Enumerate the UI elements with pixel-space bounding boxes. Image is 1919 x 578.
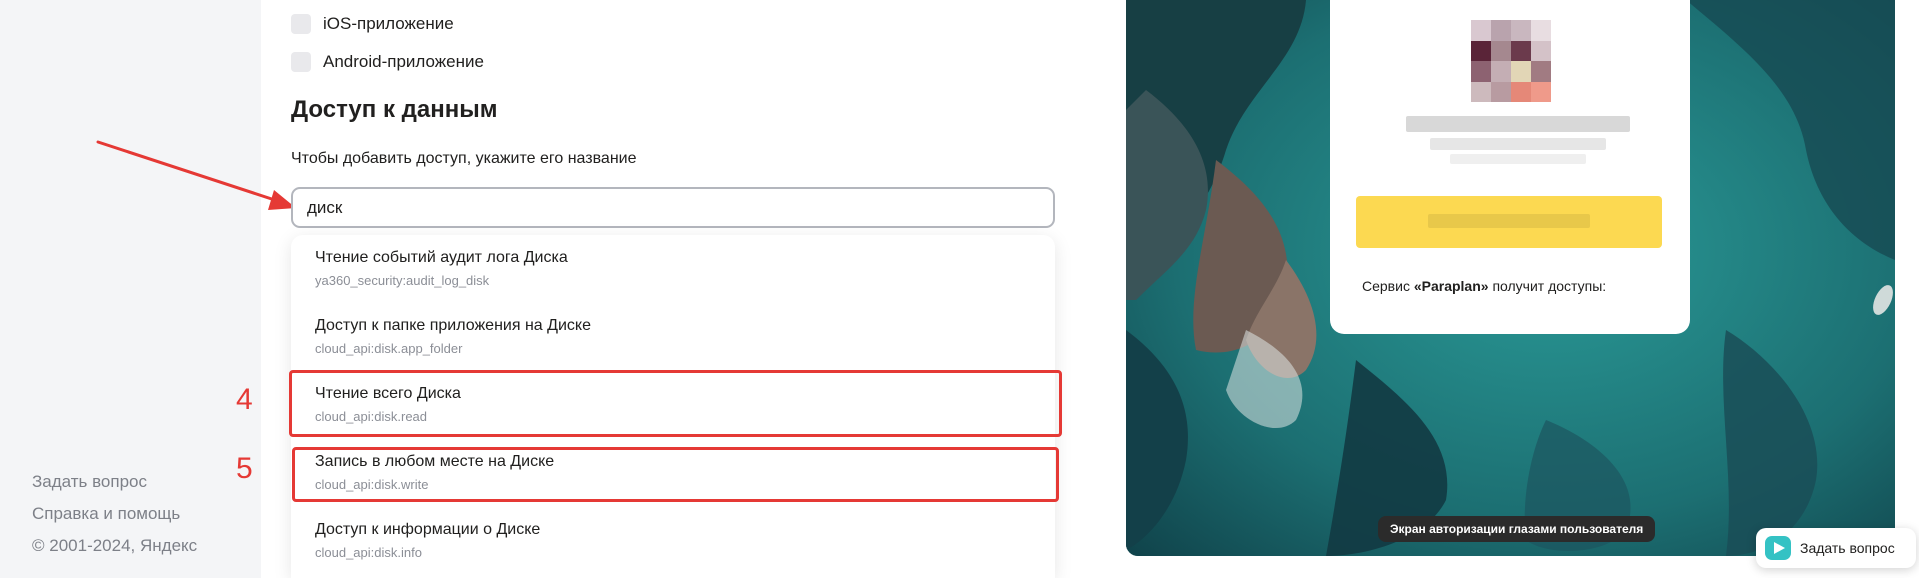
suggestion-title: Чтение событий аудит лога Диска xyxy=(315,249,568,266)
blurred-login-button-label xyxy=(1428,214,1590,228)
access-search-field[interactable] xyxy=(291,187,1055,228)
avatar xyxy=(1471,20,1551,102)
suggestion-scope: ya360_security:audit_log_disk xyxy=(315,273,490,288)
data-access-hint: Чтобы добавить доступ, укажите его назва… xyxy=(291,150,637,167)
data-access-title: Доступ к данным xyxy=(291,96,498,123)
ios-label: iOS-приложение xyxy=(323,14,454,33)
sidebar: Задать вопрос Справка и помощь © 2001-20… xyxy=(0,0,261,578)
card-text-suffix: получит доступы: xyxy=(1488,278,1607,294)
copyright-text: © 2001-2024, Яндекс xyxy=(32,536,198,555)
suggestion-disk-info[interactable]: Доступ к информации о Диске cloud_api:di… xyxy=(291,507,1055,571)
ios-checkbox[interactable] xyxy=(291,14,311,34)
platform-android-row[interactable]: Android-приложение xyxy=(291,52,484,72)
footer-link-ask-question[interactable]: Задать вопрос xyxy=(32,472,147,492)
highlight-disk-write xyxy=(292,447,1059,502)
suggestion-app-folder[interactable]: Доступ к папке приложения на Диске cloud… xyxy=(291,303,1055,367)
step-number-5: 5 xyxy=(236,452,253,485)
access-search-input[interactable] xyxy=(307,189,1027,226)
footer-link-help[interactable]: Справка и помощь xyxy=(32,504,180,524)
suggestion-audit-log-disk[interactable]: Чтение событий аудит лога Диска ya360_se… xyxy=(291,235,1055,299)
suggestion-scope: cloud_api:disk.info xyxy=(315,545,422,560)
card-text-prefix: Сервис xyxy=(1362,278,1414,294)
suggestion-title: Доступ к информации о Диске xyxy=(315,521,541,538)
card-permissions-text: Сервис «Paraplan» получит доступы: xyxy=(1362,278,1606,294)
preview-caption: Экран авторизации глазами пользователя xyxy=(1378,516,1656,542)
highlight-disk-read xyxy=(289,370,1062,437)
suggestion-title: Доступ к папке приложения на Диске xyxy=(315,317,591,334)
chat-icon xyxy=(1765,536,1791,560)
platform-ios-row[interactable]: iOS-приложение xyxy=(291,14,454,34)
ask-question-button[interactable]: Задать вопрос xyxy=(1756,528,1916,568)
service-name: «Paraplan» xyxy=(1413,278,1489,294)
app-form: iOS-приложение Android-приложение Доступ… xyxy=(261,0,1121,578)
suggestion-scope: cloud_api:disk.app_folder xyxy=(315,341,463,356)
step-number-4: 4 xyxy=(236,383,253,416)
blurred-app-name xyxy=(1406,116,1630,132)
authorization-preview-card: Сервис «Paraplan» получит доступы: xyxy=(1330,0,1690,334)
ask-question-label: Задать вопрос xyxy=(1800,540,1895,556)
android-checkbox[interactable] xyxy=(291,52,311,72)
android-label: Android-приложение xyxy=(323,52,484,71)
blurred-app-detail-2 xyxy=(1450,154,1586,164)
blurred-app-detail xyxy=(1430,138,1606,150)
